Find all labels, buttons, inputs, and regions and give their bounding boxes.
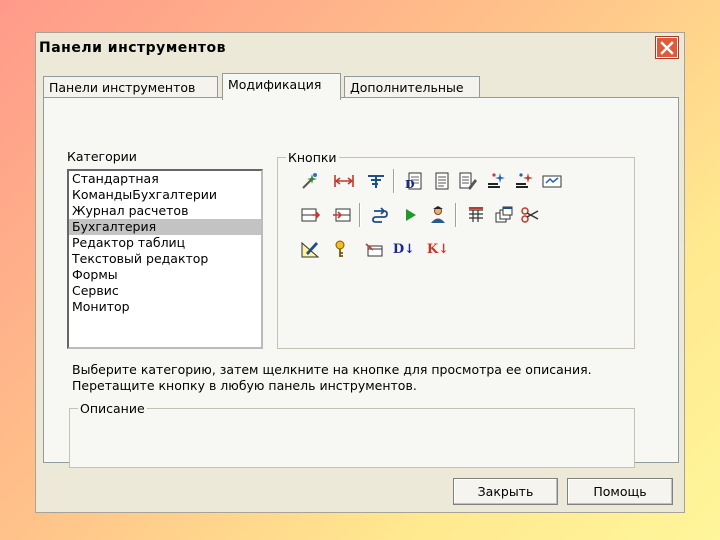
help-button[interactable]: Помощь [567, 478, 673, 505]
list-item[interactable]: КомандыБухгалтерии [69, 187, 261, 203]
description-label: Описание [78, 401, 147, 416]
insert-row-icon[interactable] [298, 204, 322, 226]
list-item[interactable]: Сервис [69, 283, 261, 299]
card-icon[interactable] [362, 238, 386, 260]
document-icon[interactable] [430, 170, 454, 192]
title-bar: Панели инструментов [36, 33, 684, 63]
insert-row-alt-icon[interactable] [330, 204, 354, 226]
d-down-icon[interactable]: D↓ [390, 238, 418, 260]
list-item[interactable]: Монитор [69, 299, 261, 315]
categories-list[interactable]: Стандартная КомандыБухгалтерии Журнал ра… [67, 169, 263, 349]
ruler-edit-icon[interactable] [298, 238, 322, 260]
close-button[interactable]: Закрыть [453, 478, 558, 505]
list-item[interactable]: Редактор таблиц [69, 235, 261, 251]
tab-toolbars-label: Панели инструментов [49, 80, 196, 95]
buttons-group: Кнопки D D↓ K↓ [277, 150, 635, 349]
split-icon[interactable] [364, 170, 388, 192]
table-icon[interactable] [464, 204, 488, 226]
wand-icon[interactable] [298, 170, 322, 192]
user-icon[interactable] [426, 204, 450, 226]
toolbar-separator [393, 169, 395, 193]
tab-modification-label: Модификация [228, 77, 322, 92]
list-item[interactable]: Стандартная [69, 171, 261, 187]
play-icon[interactable] [398, 204, 422, 226]
form-icon[interactable] [540, 170, 564, 192]
document-d-icon[interactable]: D [402, 170, 426, 192]
document-edit-icon[interactable] [456, 170, 480, 192]
d-down-label: D↓ [392, 241, 416, 257]
buttons-group-label: Кнопки [286, 150, 339, 165]
list-item-selected[interactable]: Бухгалтерия [69, 219, 261, 235]
toolbar-separator [455, 203, 457, 227]
sparkle-icon[interactable] [484, 170, 508, 192]
svg-text:D: D [405, 178, 415, 191]
tab-additional-label: Дополнительные [350, 80, 464, 95]
tab-additional[interactable]: Дополнительные [344, 76, 480, 98]
k-down-label: K↓ [426, 241, 450, 257]
hint-text: Выберите категорию, затем щелкните на кн… [72, 362, 592, 393]
list-item[interactable]: Журнал расчетов [69, 203, 261, 219]
windows-icon[interactable] [492, 204, 516, 226]
close-window-button[interactable] [656, 37, 678, 58]
k-down-icon[interactable]: K↓ [424, 238, 452, 260]
list-item[interactable]: Формы [69, 267, 261, 283]
tab-toolbars[interactable]: Панели инструментов [43, 76, 218, 98]
tab-modification[interactable]: Модификация [222, 73, 341, 100]
key-icon[interactable] [330, 238, 354, 260]
tab-panel-modification: Категории Стандартная КомандыБухгалтерии… [43, 97, 679, 468]
width-icon[interactable] [332, 170, 356, 192]
dialog-window: Панели инструментов Панели инструментов … [35, 32, 685, 513]
loop-icon[interactable] [368, 204, 392, 226]
toolbar-separator [359, 203, 361, 227]
scissors-icon[interactable] [518, 204, 542, 226]
sparkle-list-icon[interactable] [512, 170, 536, 192]
window-title: Панели инструментов [39, 40, 227, 56]
description-group: Описание [69, 401, 635, 468]
close-icon [660, 40, 674, 55]
categories-label: Категории [67, 149, 137, 164]
list-item[interactable]: Текстовый редактор [69, 251, 261, 267]
